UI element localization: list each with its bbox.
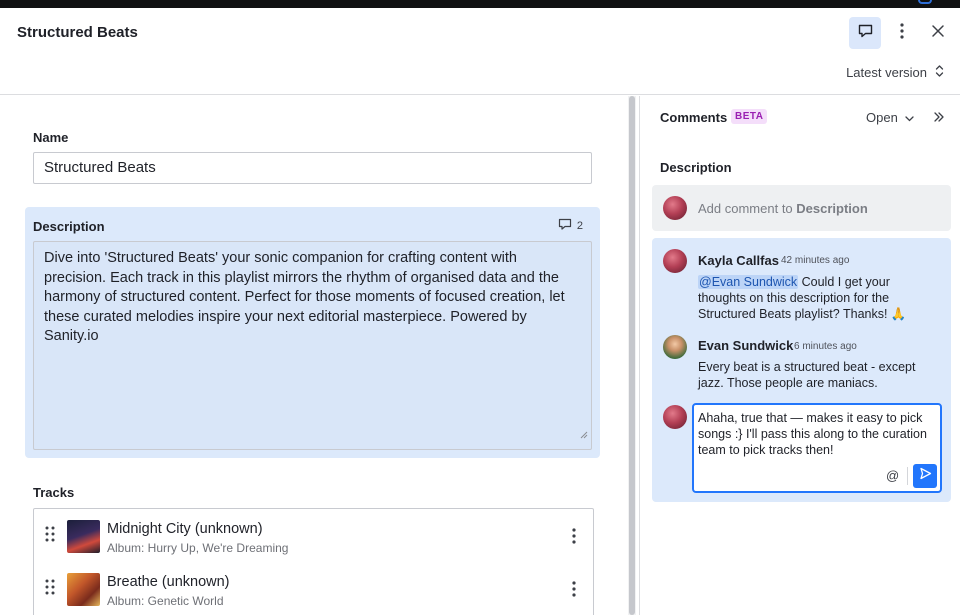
- description-field-label: Description: [33, 219, 105, 234]
- chevron-down-icon: [905, 110, 914, 125]
- close-button[interactable]: [922, 17, 954, 49]
- track-title: Breathe (unknown): [107, 574, 230, 590]
- track-album: Album: Genetic World: [107, 594, 224, 608]
- comment-author: Kayla Callfas: [698, 253, 779, 268]
- comment-author: Evan Sundwick: [698, 338, 794, 353]
- document-header: Structured Beats Latest version: [0, 8, 960, 95]
- description-comment-count[interactable]: 2: [558, 217, 583, 234]
- reply-input[interactable]: Ahaha, true that — makes it easy to pick…: [692, 403, 942, 493]
- document-title: Structured Beats: [17, 24, 138, 41]
- send-button[interactable]: [913, 464, 937, 488]
- comment-body: Every beat is a structured beat - except…: [698, 360, 916, 390]
- avatar: [663, 335, 687, 359]
- chevron-up-down-icon: [935, 64, 944, 81]
- description-textarea[interactable]: Dive into 'Structured Beats' your sonic …: [33, 241, 592, 450]
- resize-handle-icon[interactable]: [580, 426, 588, 446]
- description-text: Dive into 'Structured Beats' your sonic …: [44, 250, 565, 345]
- form-scrollbar[interactable]: [628, 96, 636, 615]
- collapse-panel-icon[interactable]: [933, 110, 945, 128]
- comment-time: 6 minutes ago: [794, 341, 857, 352]
- avatar: [663, 249, 687, 273]
- send-icon: [919, 467, 932, 485]
- avatar: [663, 405, 687, 429]
- more-vertical-icon[interactable]: [571, 527, 577, 550]
- comment-status-filter[interactable]: Open: [866, 110, 914, 125]
- tracks-list: Midnight City (unknown) Album: Hurry Up,…: [33, 508, 594, 615]
- top-bar: [0, 0, 960, 8]
- reply-draft-text: Ahaha, true that — makes it easy to pick…: [698, 411, 927, 457]
- scrollbar-thumb[interactable]: [629, 96, 635, 615]
- drag-handle-icon[interactable]: [45, 579, 55, 600]
- more-vertical-icon: [899, 22, 905, 45]
- track-item[interactable]: Midnight City (unknown) Album: Hurry Up,…: [34, 510, 593, 562]
- version-label: Latest version: [846, 65, 927, 80]
- comment-body: @Evan Sundwick Could I get your thoughts…: [698, 275, 907, 321]
- top-bar-edge: [918, 0, 932, 4]
- document-menu-button[interactable]: [886, 17, 918, 49]
- avatar: [663, 196, 687, 220]
- comment-field-title: Description: [660, 160, 732, 175]
- tracks-field-label: Tracks: [33, 485, 75, 500]
- description-field: Description 2 Dive into 'Structured Beat…: [25, 207, 600, 458]
- comment-count-value: 2: [576, 219, 583, 232]
- album-cover-image: [67, 520, 100, 553]
- comment-thread: Kayla Callfas 42 minutes ago @Evan Sundw…: [652, 238, 951, 502]
- comment-icon: [857, 22, 874, 44]
- add-comment-placeholder: Add comment to Description: [698, 201, 868, 216]
- version-selector[interactable]: Latest version: [846, 64, 944, 81]
- beta-badge: BETA: [731, 109, 768, 124]
- add-comment-input[interactable]: Add comment to Description: [652, 185, 951, 231]
- name-input[interactable]: Structured Beats: [33, 152, 592, 184]
- drag-handle-icon[interactable]: [45, 526, 55, 547]
- mention-button[interactable]: @: [886, 468, 899, 483]
- mention-tag[interactable]: @Evan Sundwick: [698, 275, 799, 289]
- comment-icon: [558, 217, 572, 234]
- track-title: Midnight City (unknown): [107, 521, 263, 537]
- panel-divider: [639, 96, 640, 615]
- filter-label: Open: [866, 110, 898, 125]
- track-album: Album: Hurry Up, We're Dreaming: [107, 541, 289, 555]
- album-cover-image: [67, 573, 100, 606]
- toggle-comments-button[interactable]: [849, 17, 881, 49]
- comments-panel-title: Comments: [660, 110, 728, 125]
- close-icon: [931, 24, 945, 43]
- comment-time: 42 minutes ago: [781, 255, 850, 266]
- name-field-label: Name: [33, 130, 69, 145]
- track-item[interactable]: Breathe (unknown) Album: Genetic World: [34, 563, 593, 615]
- reply-toolbar-divider: [907, 467, 908, 485]
- more-vertical-icon[interactable]: [571, 580, 577, 603]
